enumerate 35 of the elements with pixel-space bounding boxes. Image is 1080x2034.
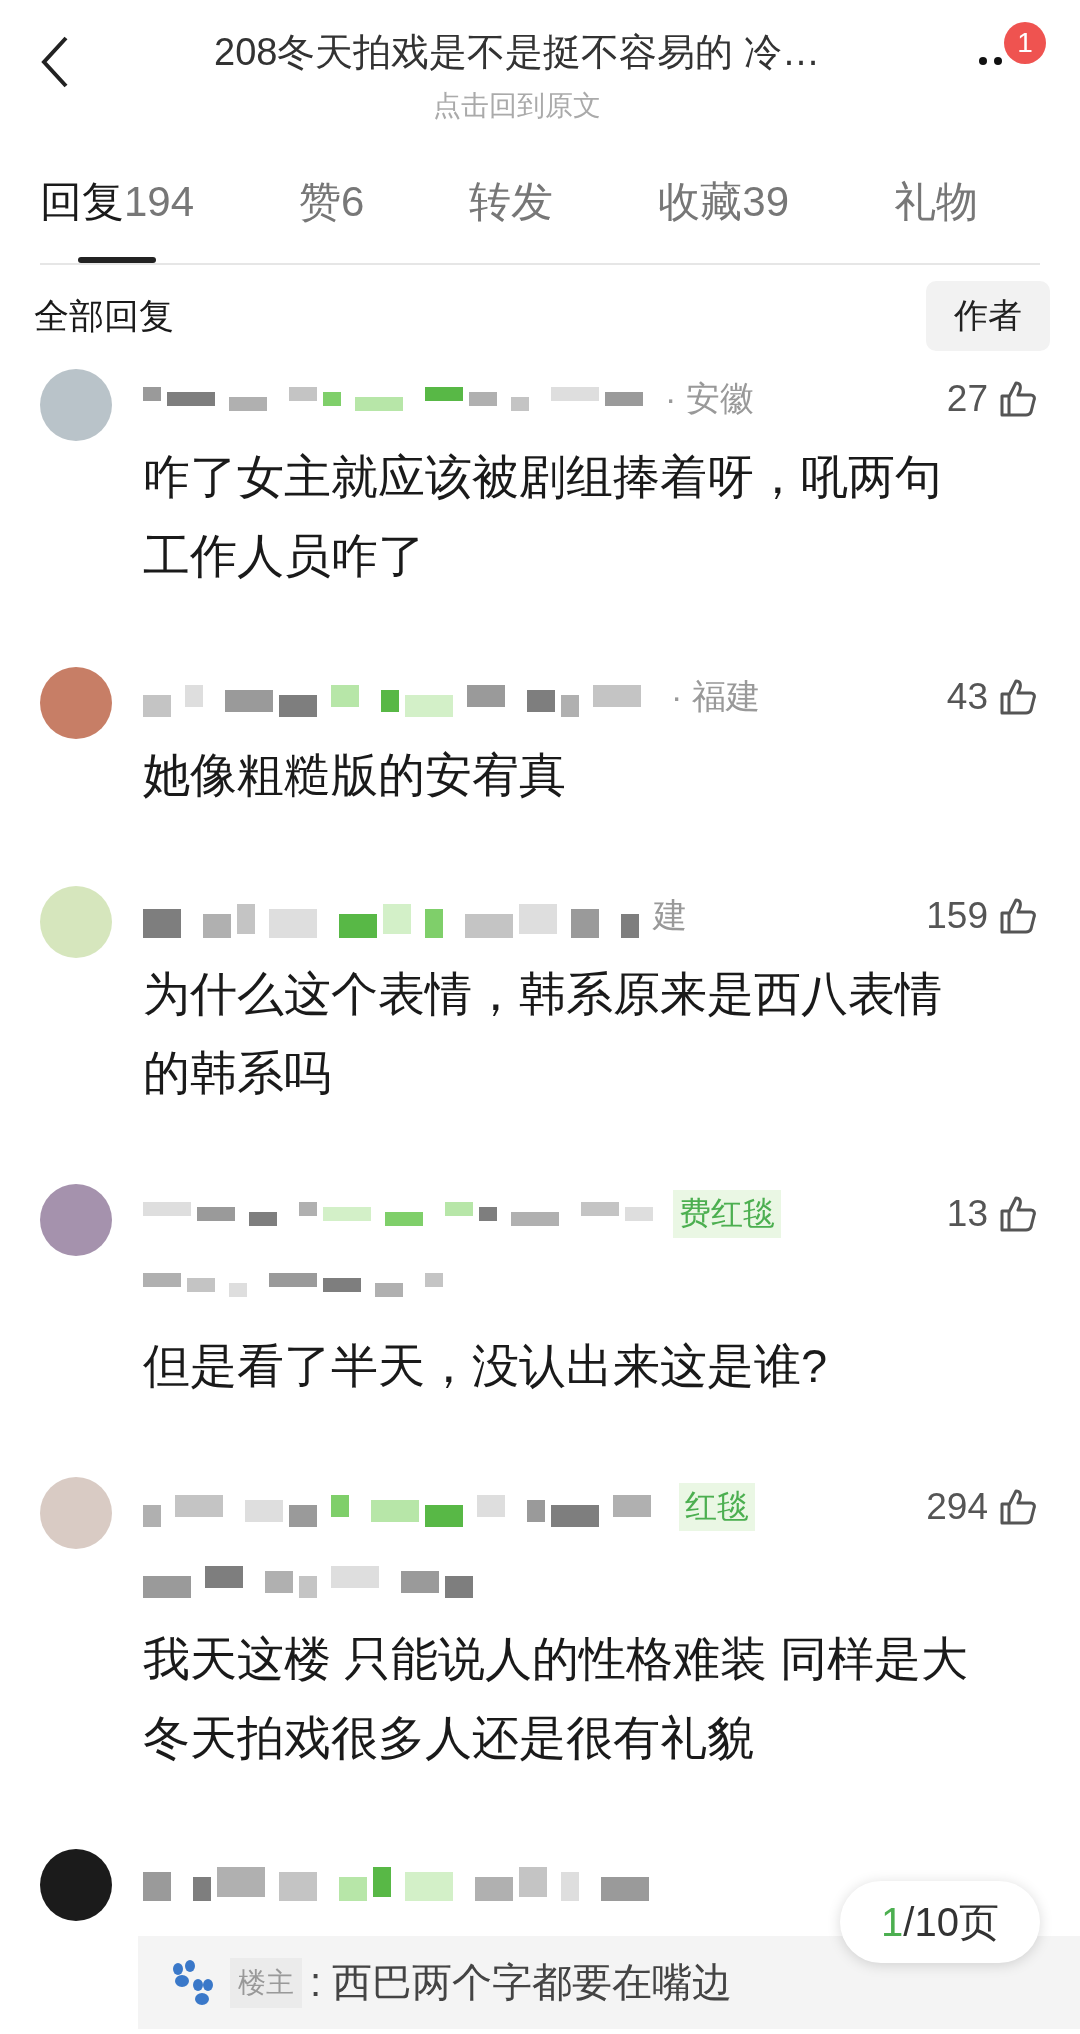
- back-icon[interactable]: [40, 34, 70, 90]
- comment-text: 咋了女主就应该被剧组捧着呀，吼两句工作人员咋了: [143, 449, 943, 584]
- back-to-post-link[interactable]: 点击回到原文: [433, 88, 601, 124]
- tab[interactable]: 转发: [469, 140, 554, 263]
- role-tag: 楼主: [230, 1957, 302, 2008]
- thumbs-up-icon[interactable]: [998, 379, 1038, 419]
- reply-preview-text: : 西巴两个字都要在嘴边: [310, 1959, 733, 2006]
- thumbs-up-icon[interactable]: [998, 1487, 1038, 1527]
- like-count: 27: [946, 378, 988, 420]
- thumbs-up-icon[interactable]: [998, 896, 1038, 936]
- comment-text: 她像粗糙版的安宥真: [143, 747, 567, 803]
- post-title: 208冬天拍戏是不是挺不容易的 冷…: [214, 30, 820, 75]
- notification-badge: 1: [1004, 22, 1046, 64]
- tab[interactable]: 回复194: [40, 140, 195, 263]
- thumbs-up-icon[interactable]: [998, 677, 1038, 717]
- location: · 安徽: [665, 378, 754, 419]
- tab[interactable]: 礼物: [893, 140, 978, 263]
- section-title: 全部回复: [34, 294, 174, 337]
- location: · 福建: [671, 676, 760, 717]
- page-indicator[interactable]: 1/10页: [840, 1881, 1040, 1963]
- comment-text: 但是看了半天，没认出来这是谁?: [143, 1338, 829, 1394]
- comment-text: 为什么这个表情，韩系原来是西八表情的韩系吗: [143, 966, 943, 1101]
- location: 建: [653, 895, 687, 936]
- like-count: 159: [926, 895, 988, 937]
- comment-text: 我天这楼 只能说人的性格难装 同样是大冬天拍戏很多人还是很有礼貌: [143, 1631, 970, 1766]
- like-count: 13: [946, 1193, 988, 1235]
- tab[interactable]: 收藏39: [658, 140, 789, 263]
- tab[interactable]: 赞6: [299, 140, 365, 263]
- thumbs-up-icon[interactable]: [998, 1194, 1038, 1234]
- like-count: 294: [926, 1486, 988, 1528]
- like-count: 43: [946, 676, 988, 718]
- avatar[interactable]: [40, 1849, 112, 1921]
- badge: 红毯: [679, 1483, 755, 1531]
- author-filter-button[interactable]: 作者: [926, 281, 1050, 351]
- badge: 费红毯: [673, 1190, 781, 1238]
